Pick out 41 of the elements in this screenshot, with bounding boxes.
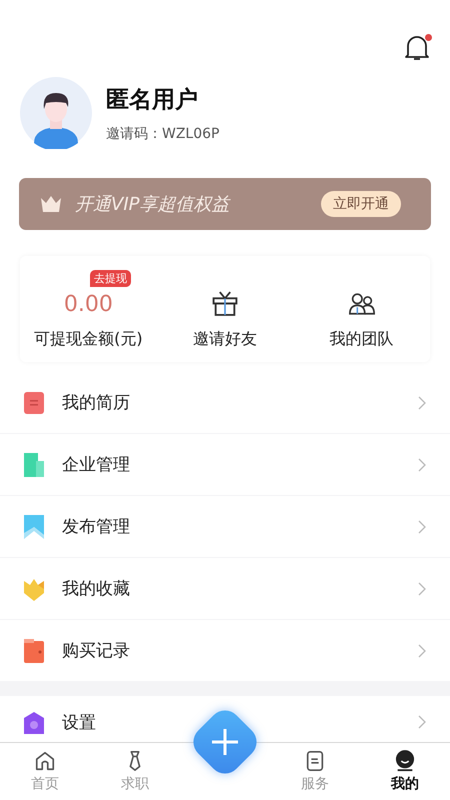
bell-icon	[404, 34, 430, 62]
avatar[interactable]	[20, 77, 92, 149]
balance-amount: 0.00	[64, 292, 113, 317]
user-name: 匿名用户	[106, 86, 199, 114]
plus-icon	[210, 727, 240, 757]
vip-banner[interactable]: 开通VIP享超值权益 立即开通	[19, 178, 431, 230]
document-icon	[24, 390, 44, 414]
chevron-right-icon	[418, 715, 426, 729]
gift-icon	[211, 290, 239, 317]
person-icon	[394, 750, 416, 772]
chevron-right-icon	[418, 520, 426, 534]
wallet-icon	[24, 638, 44, 662]
document-icon	[304, 750, 326, 772]
chevron-right-icon	[418, 396, 426, 410]
stat-label: 邀请好友	[193, 329, 257, 350]
menu-label: 企业管理	[62, 454, 131, 476]
tab[interactable]: 我的	[360, 743, 450, 800]
stat-label: 可提现金额(元)	[34, 329, 143, 350]
stat-label: 我的团队	[330, 329, 394, 350]
menu-label: 购买记录	[62, 640, 131, 662]
crown-icon	[39, 194, 63, 214]
menu-label: 我的简历	[62, 392, 131, 414]
flag-icon	[24, 514, 44, 538]
menu-item[interactable]: 发布管理	[0, 496, 450, 558]
house-icon	[24, 710, 44, 734]
menu-item[interactable]: 企业管理	[0, 434, 450, 496]
menu-label: 我的收藏	[62, 578, 131, 600]
menu-item[interactable]: 我的简历	[0, 372, 450, 434]
building-icon	[24, 452, 44, 476]
chevron-right-icon	[418, 582, 426, 596]
chevron-right-icon	[418, 644, 426, 658]
invite-code: 邀请码：WZL06P	[106, 124, 220, 142]
menu-label: 发布管理	[62, 516, 131, 538]
withdraw-badge[interactable]: 去提现	[90, 270, 131, 287]
shield-icon	[24, 576, 44, 600]
home-icon	[34, 750, 56, 772]
open-vip-button[interactable]: 立即开通	[321, 191, 401, 217]
chevron-right-icon	[418, 458, 426, 472]
menu-item[interactable]: 我的收藏	[0, 558, 450, 620]
vip-text: 开通VIP享超值权益	[75, 193, 232, 216]
menu-item[interactable]: 设置	[62, 710, 96, 734]
